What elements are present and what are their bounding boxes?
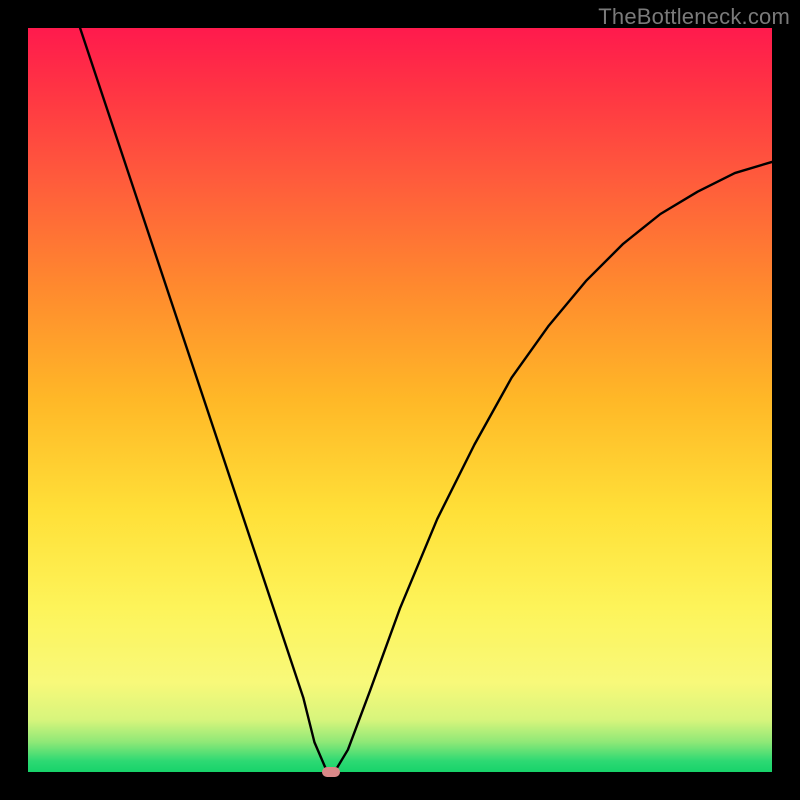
curve-path	[80, 28, 772, 768]
attribution-text: TheBottleneck.com	[598, 4, 790, 30]
optimal-point-marker	[322, 767, 340, 777]
chart-frame	[28, 28, 772, 772]
chart-curve	[28, 28, 772, 772]
